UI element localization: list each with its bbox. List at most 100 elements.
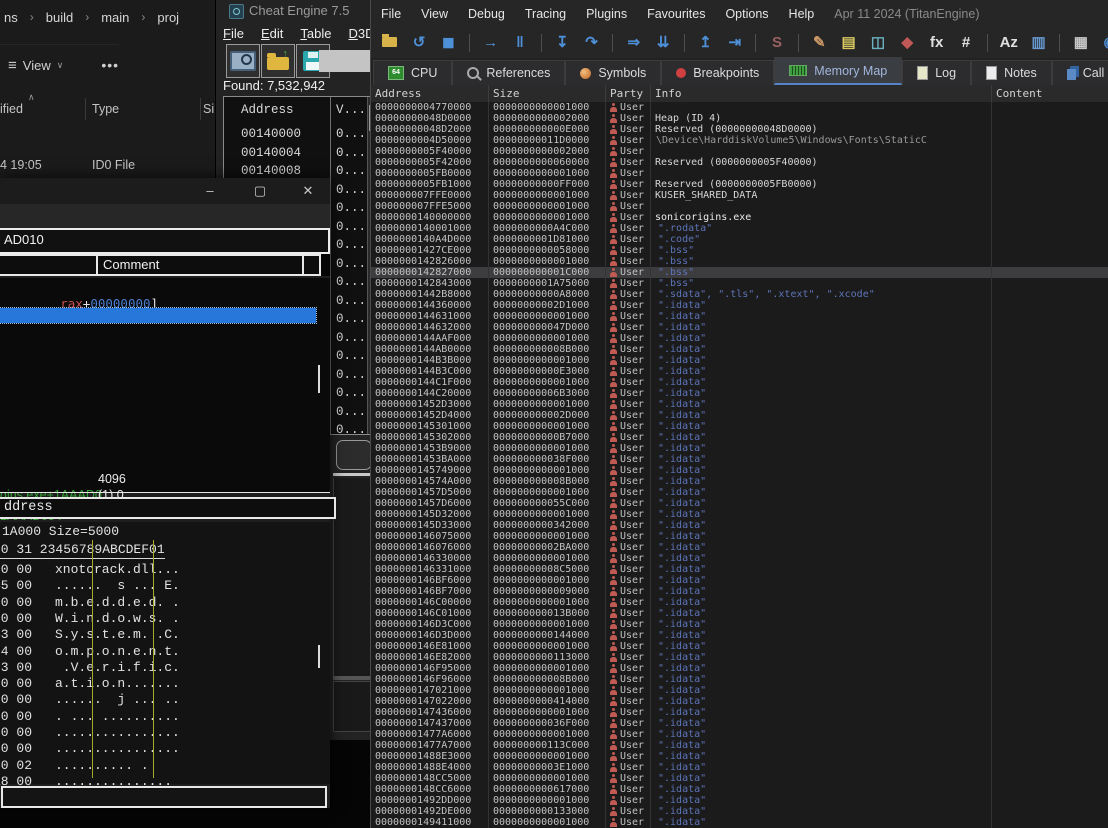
mm-column-content[interactable]: Content [992,85,1108,102]
table-row[interactable]: 0000000146D3D0000000000000144000User".id… [371,630,1108,641]
tab-references[interactable]: References [452,60,565,85]
table-row[interactable]: 0000000005F420000000000000060000UserRese… [371,157,1108,168]
tab-notes[interactable]: Notes [971,60,1052,85]
table-row[interactable]: 00000000048D00000000000000002000UserHeap… [371,113,1108,124]
breadcrumb-item[interactable]: main [101,10,129,25]
table-row[interactable]: 000000014607600000000000002BA000User".id… [371,542,1108,553]
table-row[interactable]: 00000000047700000000000000001000User [371,102,1108,113]
table-row[interactable]: 000000014436000000000000002D1000User".id… [371,300,1108,311]
tab-memory-map[interactable]: Memory Map [774,57,902,85]
table-row[interactable]: 00000001452D4000000000000002D000User".id… [371,410,1108,421]
address-input[interactable] [2,231,306,248]
table-row[interactable]: 00000001494110000000000000001000User".id… [371,817,1108,828]
table-row[interactable]: 0000000005FB100000000000000FF000UserRese… [371,179,1108,190]
table-row[interactable]: 00000001453010000000000000001000User".id… [371,421,1108,432]
memory-viewer-titlebar[interactable]: – ▢ ✕ [0,178,330,204]
table-row[interactable]: 0000000005F400000000000000002000User [371,146,1108,157]
scrollbar-thumb[interactable] [318,365,320,393]
stop-icon[interactable]: ◼ [440,33,457,53]
table-row[interactable]: 0000000146BF70000000000000009000User".id… [371,586,1108,597]
table-row[interactable]: 0000000144B3B0000000000000001000User".id… [371,355,1108,366]
column-divider[interactable] [200,98,201,120]
table-row[interactable]: 0000000144AAF0000000000000001000User".id… [371,333,1108,344]
table-row[interactable]: 0000000004D5000000000000011D0000User\Dev… [371,135,1108,146]
table-row[interactable]: 00000001477A60000000000000001000User".id… [371,729,1108,740]
menu-favourites[interactable]: Favourites [647,7,705,21]
table-row[interactable]: 00000001463300000000000000001000User".id… [371,553,1108,564]
table-row[interactable]: 00000001452D30000000000000001000User".id… [371,399,1108,410]
found-value-header[interactable]: V... [336,103,366,117]
disassembler-view[interactable]: rax+00000000] gins.exe+1AAAD0(1),01AAAD0… [0,278,330,492]
open-file-icon[interactable] [381,33,398,53]
patch-icon[interactable]: ✎ [811,33,828,53]
run-to-cursor-icon[interactable]: ⇒ [625,33,642,53]
label-icon[interactable]: ◫ [869,33,886,53]
opcode-column-header[interactable] [0,254,101,276]
comment-icon[interactable]: ▤ [840,33,857,53]
table-row[interactable]: 0000000144C1F0000000000000001000User".id… [371,377,1108,388]
execute-till-return-icon[interactable]: ⇥ [726,33,743,53]
table-row[interactable]: 00000001474360000000000000001000User".id… [371,707,1108,718]
column-modified[interactable]: ified [0,102,23,116]
internet-icon[interactable]: ◉ [1102,33,1108,53]
table-row[interactable]: 0000000005FB00000000000000001000User [371,168,1108,179]
table-row[interactable]: 00000001400010000000000000A4C000User".ro… [371,223,1108,234]
table-row[interactable]: 0000000146D3C0000000000000001000User".id… [371,619,1108,630]
table-row[interactable]: 000000014530200000000000000B7000User".id… [371,432,1108,443]
comment-column-header[interactable]: Comment [96,254,307,276]
scrollbar-thumb[interactable] [318,645,320,668]
table-row[interactable]: 0000000140A4D0000000000001D81000User".co… [371,234,1108,245]
tab-symbols[interactable]: Symbols [565,60,661,85]
source-icon[interactable]: S [768,33,785,53]
animate-into-icon[interactable]: ⇊ [655,33,672,53]
hexview[interactable]: 1A000 Size=5000 30 31 23456789ABCDEF01 0… [0,522,330,784]
table-row[interactable]: 00000001442B800000000000000A8000User".sd… [371,289,1108,300]
menu-view[interactable]: View [421,7,448,21]
table-row[interactable]: 0000000142827000000000000001C000User".bs… [371,267,1108,278]
menu-debug[interactable]: Debug [468,7,505,21]
breadcrumb-item[interactable]: proj [157,10,179,25]
table-row[interactable]: 0000000148CC50000000000000001000User".id… [371,773,1108,784]
table-row[interactable]: 00000001453B90000000000000001000User".id… [371,443,1108,454]
restart-icon[interactable]: ↺ [410,33,427,53]
open-table-button[interactable] [261,44,295,78]
font-icon[interactable]: Aᴢ [1000,33,1018,53]
table-row[interactable]: 00000001428430000000000001A75000User".bs… [371,278,1108,289]
mm-column-party[interactable]: Party [606,85,651,102]
table-row[interactable]: 00000001457D50000000000000001000User".id… [371,487,1108,498]
table-row[interactable]: 0000000145D330000000000000342000User".id… [371,520,1108,531]
table-row[interactable]: 00000001457D6000000000000055C000User".id… [371,498,1108,509]
table-row[interactable]: 00000001400000000000000000001000Usersoni… [371,212,1108,223]
minimize-button[interactable]: – [200,181,220,201]
table-row[interactable]: 0000000146F950000000000000001000User".id… [371,663,1108,674]
table-row[interactable]: 00000001470220000000000000414000User".id… [371,696,1108,707]
table-row[interactable]: 0000000147437000000000000036F000User".id… [371,718,1108,729]
table-row[interactable]: 000000007FFE00000000000000001000UserKUSE… [371,190,1108,201]
breadcrumb-item[interactable]: build [46,10,73,25]
mm-column-address[interactable]: Address [371,85,489,102]
menu-options[interactable]: Options [725,7,768,21]
table-row[interactable]: 00000001428260000000000000001000User".bs… [371,256,1108,267]
table-row[interactable]: 0000000144C2000000000000006B3000User".id… [371,388,1108,399]
tab-breakpoints[interactable]: Breakpoints [661,60,774,85]
found-list-row[interactable]: 001400000... [224,125,376,144]
found-list-row[interactable]: 001400040... [224,144,376,163]
table-row[interactable]: 0000000146E820000000000000113000User".id… [371,652,1108,663]
ce-side-button[interactable] [336,440,372,470]
menu-help[interactable]: Help [789,7,815,21]
maximize-button[interactable]: ▢ [250,181,270,201]
step-out-icon[interactable]: ↥ [697,33,714,53]
close-button[interactable]: ✕ [298,181,318,201]
extra-column-header[interactable] [302,254,321,276]
table-row[interactable]: 0000000146C01000000000000013B000User".id… [371,608,1108,619]
table-row[interactable]: 00000001460750000000000000001000User".id… [371,531,1108,542]
table-row[interactable]: 00000001446310000000000000001000User".id… [371,311,1108,322]
tab-call-stack[interactable]: Call Stack [1052,60,1108,85]
table-row[interactable]: 000000014633100000000000008C5000User".id… [371,564,1108,575]
table-row[interactable]: 0000000146F96000000000000008B000User".id… [371,674,1108,685]
tab-log[interactable]: Log [902,60,971,85]
table-row[interactable]: 00000000048D2000000000000000E000UserRese… [371,124,1108,135]
hash-icon[interactable]: # [957,33,974,53]
calculator-icon[interactable]: ▦ [1072,33,1089,53]
modules-icon[interactable]: ▥ [1030,33,1047,53]
